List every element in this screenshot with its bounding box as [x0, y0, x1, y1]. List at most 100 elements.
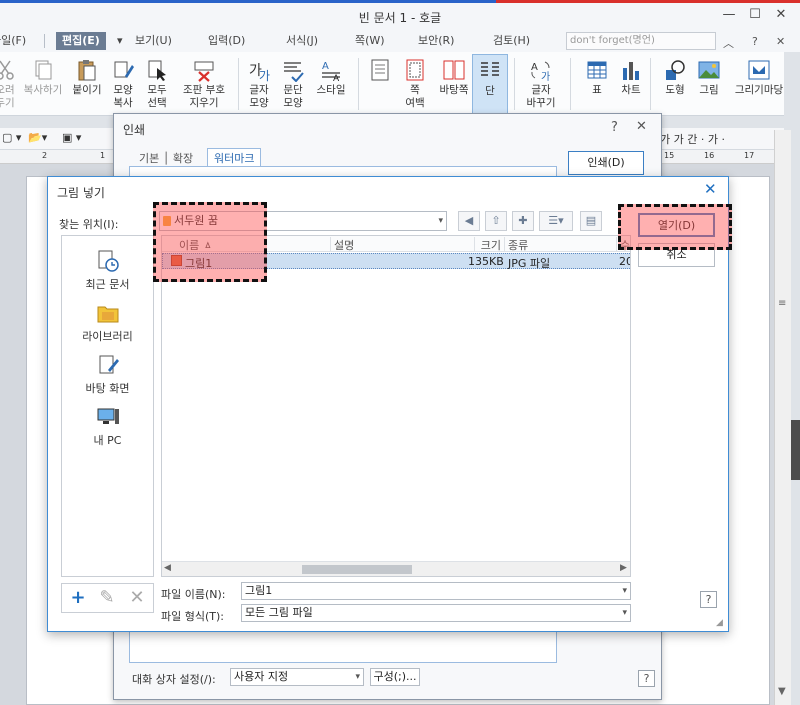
menu-insert[interactable]: 입력(D): [205, 32, 248, 50]
resize-grip-icon[interactable]: ◢: [716, 618, 723, 628]
ruler-mark: 1: [100, 151, 106, 160]
maximize-button[interactable]: ☐: [744, 6, 766, 24]
style-label: 스타일: [316, 84, 346, 96]
delete-button[interactable]: ▤: [580, 211, 602, 231]
column-size[interactable]: 크기: [474, 237, 504, 252]
look-in-label: 찾는 위치(I):: [59, 218, 119, 231]
help-icon[interactable]: ?: [752, 35, 758, 48]
replace-char-button[interactable]: A가 글자 바꾸기: [518, 54, 564, 114]
menu-view[interactable]: 보기(U): [132, 32, 175, 50]
menu-file[interactable]: 파일(F): [0, 32, 29, 50]
scroll-down-icon[interactable]: ▼: [778, 686, 786, 697]
add-place-icon[interactable]: +: [64, 587, 92, 609]
places-panel: 최근 문서 라이브러리 바탕 화면 내 PC: [61, 235, 154, 577]
chart-button[interactable]: 차트: [608, 54, 654, 114]
edit-place-icon[interactable]: ✎: [93, 587, 121, 609]
clipart-button[interactable]: 그리기마당: [728, 54, 790, 114]
app-titlebar: 빈 문서 1 - 호글 — ☐ ✕: [0, 0, 800, 30]
save-icon[interactable]: ▣ ▾: [62, 131, 81, 144]
close-doc-icon[interactable]: ✕: [776, 35, 785, 48]
filetype-value: 모든 그림 파일: [245, 606, 313, 619]
help-icon[interactable]: ?: [700, 591, 717, 608]
scroll-right-icon[interactable]: ▶: [620, 563, 627, 573]
menu-format[interactable]: 서식(J): [283, 32, 321, 50]
ruler-mark: 15: [664, 151, 675, 160]
columns-button[interactable]: 단: [472, 54, 508, 114]
copy-button[interactable]: 복사하기: [16, 54, 70, 114]
close-button[interactable]: ✕: [770, 6, 792, 24]
desktop-icon: [99, 355, 119, 374]
menu-page[interactable]: 쪽(W): [352, 32, 388, 50]
title-accent-strip: [0, 0, 800, 3]
master-page-button[interactable]: 바탕쪽: [431, 54, 477, 114]
new-folder-button[interactable]: ✚: [512, 211, 534, 231]
ruler-mark: 2: [42, 151, 48, 160]
horizontal-scrollbar[interactable]: ◀ ▶: [162, 561, 630, 576]
print-close-icon[interactable]: ✕: [636, 119, 647, 134]
scissors-icon: [0, 60, 14, 80]
select-all-label: 모두 선택: [147, 84, 167, 109]
char-format-buttons[interactable]: 가 가 간 · 가 ·: [660, 131, 725, 147]
column-type[interactable]: 종류: [504, 237, 616, 252]
clear-format-button[interactable]: 조판 부호 지우기: [176, 54, 232, 114]
print-footer-help-icon[interactable]: ?: [638, 670, 655, 687]
place-recent-docs[interactable]: 최근 문서: [62, 250, 153, 292]
place-library[interactable]: 라이브러리: [62, 302, 153, 344]
place-label: 내 PC: [93, 434, 122, 447]
side-panel-tab[interactable]: [791, 420, 800, 480]
place-my-pc[interactable]: 내 PC: [62, 406, 153, 448]
menu-edit[interactable]: 편집(E): [56, 32, 106, 50]
table-icon: [587, 61, 607, 79]
chevron-down-icon: ▾: [438, 216, 443, 226]
print-tabs[interactable]: 기본 │ 확장: [139, 150, 193, 166]
view-menu-button[interactable]: ☰▾: [539, 211, 573, 231]
menu-security[interactable]: 보안(R): [415, 32, 457, 50]
scroll-left-icon[interactable]: ◀: [164, 563, 171, 573]
file-type: JPG 파일: [508, 257, 551, 270]
back-button[interactable]: ◀: [458, 211, 480, 231]
config-button[interactable]: 구성(;)...: [370, 668, 420, 686]
print-button[interactable]: 인쇄(D): [568, 151, 644, 175]
style-button[interactable]: AA 스타일: [308, 54, 354, 114]
print-help-icon[interactable]: ?: [611, 120, 618, 135]
tab-watermark[interactable]: 워터마크: [207, 148, 262, 166]
menu-edit-dropdown[interactable]: ▾: [114, 32, 126, 50]
copy-icon: [35, 60, 52, 80]
picture-button[interactable]: 그림: [686, 54, 732, 114]
svg-text:A: A: [333, 74, 340, 82]
shape-icon: [666, 60, 685, 80]
minimize-button[interactable]: —: [718, 6, 740, 24]
place-desktop[interactable]: 바탕 화면: [62, 354, 153, 396]
library-icon: [97, 306, 118, 323]
select-all-icon: [148, 60, 166, 81]
scroll-thumb[interactable]: [302, 565, 412, 574]
vertical-scrollbar[interactable]: ≡ ▼: [774, 130, 791, 705]
file-date: 20: [619, 255, 630, 268]
places-tools: + ✎ ✕: [61, 583, 154, 613]
scroll-grip-icon: ≡: [778, 298, 787, 309]
column-description[interactable]: 설명: [330, 237, 474, 252]
open-folder-icon[interactable]: 📂▾: [28, 131, 47, 144]
file-list[interactable]: 이름 ㅿ 설명 크기 종류 수 그림1 135KB JPG 파일 20 ◀ ▶: [161, 235, 631, 577]
place-label: 최근 문서: [85, 278, 130, 291]
remove-place-icon[interactable]: ✕: [123, 587, 151, 609]
select-all-button[interactable]: 모두 선택: [134, 54, 180, 114]
chart-icon: [623, 62, 639, 80]
menu-review[interactable]: 검토(H): [490, 32, 533, 50]
svg-text:가: 가: [259, 69, 270, 82]
paste-icon: [78, 60, 96, 81]
chevron-down-icon: ▾: [622, 608, 627, 618]
dialog-setting-select[interactable]: 사용자 지정 ▾: [230, 668, 364, 686]
menubar: 파일(F) 편집(E) ▾ 보기(U) 입력(D) 서식(J) 쪽(W) 보안(…: [0, 30, 800, 52]
new-doc-icon[interactable]: ▢ ▾: [2, 131, 21, 144]
replace-char-icon: A가: [531, 61, 550, 82]
filetype-select[interactable]: 모든 그림 파일 ▾: [241, 604, 631, 622]
collapse-ribbon-icon[interactable]: ︿: [723, 35, 734, 51]
ribbon-separator: [514, 58, 515, 110]
close-icon[interactable]: ✕: [704, 180, 717, 198]
up-folder-button[interactable]: ⇧: [485, 211, 507, 231]
app-title: 빈 문서 1 - 호글: [358, 11, 442, 25]
filename-input[interactable]: 그림1 ▾: [241, 582, 631, 600]
clipart-icon: [748, 60, 770, 80]
search-input[interactable]: don't forget(명언): [566, 32, 716, 50]
